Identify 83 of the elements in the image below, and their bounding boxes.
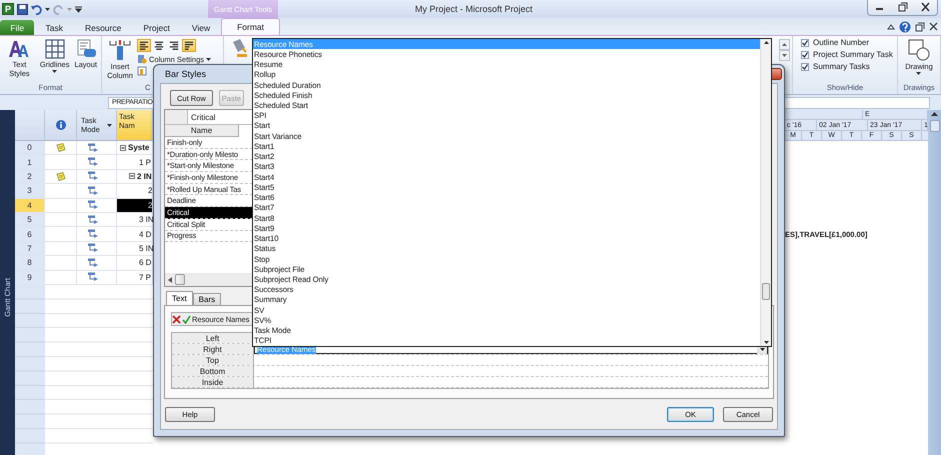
dialog-tab[interactable]: Text: [166, 291, 193, 305]
row-label: Left: [172, 333, 254, 343]
window-title: My Project - Microsoft Project: [415, 4, 533, 14]
checkbox[interactable]: Summary Tasks: [801, 62, 893, 71]
gridlines-icon: [44, 39, 66, 59]
scroll-thumb[interactable]: [930, 120, 940, 132]
row-number[interactable]: 5: [15, 212, 45, 226]
close-icon[interactable]: [929, 22, 938, 31]
dialog-title: Bar Styles: [165, 69, 206, 79]
collapse-ribbon-icon[interactable]: [887, 24, 895, 30]
up-arrow-icon[interactable]: [931, 110, 938, 119]
undo-icon[interactable]: [31, 4, 42, 14]
row-label: Top: [172, 355, 254, 365]
scroll-thumb[interactable]: [762, 283, 770, 300]
row-number[interactable]: 3: [15, 184, 45, 198]
ribbon-tab[interactable]: View: [180, 20, 222, 35]
collapse-icon[interactable]: [129, 173, 135, 180]
ribbon-tab[interactable]: Format: [221, 18, 280, 35]
checkbox[interactable]: Outline Number: [801, 38, 893, 47]
caret-icon: [67, 8, 72, 10]
list-scrollbar[interactable]: [760, 39, 771, 346]
align-button[interactable]: [137, 39, 151, 52]
scroll-thumb[interactable]: [175, 274, 185, 285]
task-mode-icon: [87, 272, 99, 282]
layout-icon: [74, 39, 97, 59]
row-number[interactable]: 6: [15, 227, 45, 241]
align-button[interactable]: [182, 39, 196, 52]
column-header: Name: [165, 125, 239, 137]
cancel-icon[interactable]: [172, 314, 181, 324]
app-icon[interactable]: P: [2, 3, 14, 15]
row-number[interactable]: 7: [15, 242, 45, 256]
restore-icon[interactable]: [915, 22, 925, 32]
shapes-icon: [906, 39, 931, 61]
row-number[interactable]: 2: [15, 170, 45, 184]
task-name-cell[interactable]: 2: [117, 198, 153, 212]
note-icon: [56, 143, 66, 152]
column-icon[interactable]: [137, 66, 148, 76]
up-arrow-icon: [782, 43, 787, 46]
task-mode-icon: [87, 142, 99, 153]
note-icon: [56, 172, 66, 181]
task-mode-icon: [87, 214, 99, 225]
row-number[interactable]: 8: [15, 256, 45, 270]
task-mode-icon: [87, 243, 99, 254]
collapse-icon[interactable]: [120, 144, 126, 151]
row-label: Bottom: [172, 366, 254, 376]
save-icon[interactable]: [17, 4, 28, 14]
ribbon-tab[interactable]: Task: [34, 20, 74, 35]
caret-icon: [206, 58, 212, 60]
row-label: Inside: [172, 377, 254, 387]
ribbon-tab[interactable]: Resource: [74, 20, 132, 35]
customize-icon[interactable]: [75, 4, 82, 14]
checkbox[interactable]: Project Summary Task: [801, 50, 893, 59]
align-button[interactable]: [152, 39, 166, 52]
info-icon: [56, 120, 66, 130]
paint-bucket-icon[interactable]: [230, 38, 248, 58]
row-number[interactable]: 4: [15, 198, 45, 212]
row-label: Right: [172, 344, 254, 354]
caret-icon: [107, 124, 112, 126]
text-styles-icon: [8, 39, 30, 59]
up-arrow-icon[interactable]: [764, 39, 768, 47]
task-mode-icon: [87, 258, 99, 268]
row-number[interactable]: 0: [15, 141, 45, 154]
caret-icon: [45, 8, 50, 10]
row-number[interactable]: 9: [15, 270, 45, 284]
settings-icon: [137, 54, 147, 64]
align-button[interactable]: [167, 39, 181, 52]
vertical-scrollbar[interactable]: [928, 110, 941, 455]
task-mode-icon: [87, 157, 99, 168]
insert-column-icon: [108, 39, 132, 61]
down-arrow-icon: [782, 54, 787, 57]
caret-icon: [52, 70, 58, 73]
help-icon[interactable]: [899, 20, 911, 32]
row-number[interactable]: 1: [15, 155, 45, 169]
task-mode-icon: [87, 229, 99, 240]
ribbon-tab[interactable]: File: [0, 20, 34, 35]
task-mode-icon: [87, 200, 99, 210]
dialog-tab[interactable]: Bars: [192, 293, 222, 305]
task-mode-icon: [87, 186, 99, 196]
scroll-left-icon[interactable]: [168, 276, 172, 282]
check-icon[interactable]: [182, 314, 191, 324]
task-mode-icon: [87, 171, 99, 182]
ribbon-tab[interactable]: Project: [132, 20, 181, 35]
caret-icon: [916, 72, 922, 75]
